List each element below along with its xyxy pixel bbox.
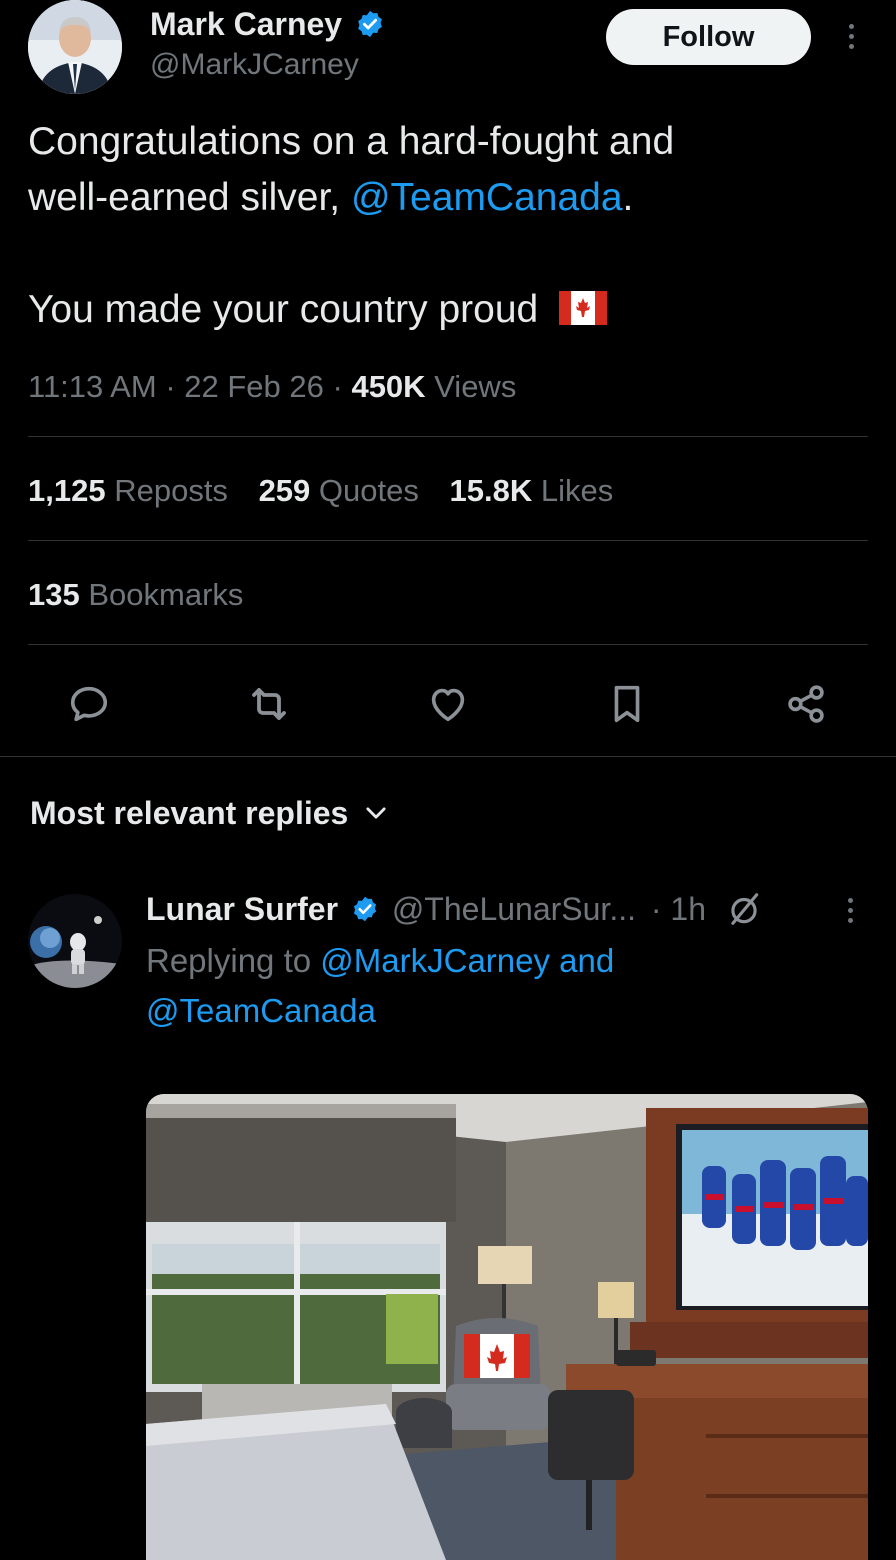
verified-badge-icon [353, 896, 377, 921]
like-icon [431, 688, 465, 722]
replying-to-mention-teamcanada[interactable]: @TeamCanada [146, 986, 614, 1036]
tweet-text-fragment: You made your country proud [28, 288, 539, 331]
bookmark-button[interactable] [599, 676, 655, 732]
share-button[interactable] [778, 676, 834, 732]
tweet-time[interactable]: 11:13 AM [28, 369, 157, 404]
replies-sort-dropdown[interactable]: Most relevant replies [30, 792, 390, 834]
chevron-down-icon [366, 807, 386, 819]
tweet-text-fragment: . [622, 176, 634, 219]
canada-flag-emoji-icon [559, 290, 608, 325]
follow-button[interactable]: Follow [606, 9, 811, 65]
views-count: 450K [351, 369, 426, 404]
reposts-label: Reposts [114, 473, 228, 508]
reply-author-avatar[interactable] [28, 894, 122, 988]
bookmarks-label: Bookmarks [88, 577, 244, 612]
divider [28, 436, 868, 437]
bookmarks-count: 135 [28, 577, 80, 612]
quotes-stat[interactable]: 259 Quotes [259, 473, 419, 508]
divider [28, 644, 868, 645]
grok-icon[interactable] [725, 890, 763, 928]
author-avatar[interactable] [28, 0, 122, 94]
reply-author-name[interactable]: Lunar Surfer [146, 891, 338, 927]
tweet-date[interactable]: 22 Feb 26 [184, 369, 324, 404]
like-button[interactable] [420, 676, 476, 732]
views-label: Views [434, 369, 517, 404]
reposts-count: 1,125 [28, 473, 106, 508]
bookmarks-stat[interactable]: 135 Bookmarks [28, 574, 243, 616]
likes-count: 15.8K [449, 473, 533, 508]
divider [28, 540, 868, 541]
replying-to: Replying to @MarkJCarney and @TeamCanada [146, 936, 614, 1036]
reply-author-handle[interactable]: @TheLunarSur... [392, 891, 636, 927]
likes-stat[interactable]: 15.8K Likes [450, 473, 614, 508]
reposts-stat[interactable]: 1,125 Reposts [28, 473, 228, 508]
reply-icon [70, 686, 108, 722]
engagement-stats: 1,125 Reposts 259 Quotes 15.8K Likes [28, 470, 613, 512]
replies-sort-label: Most relevant replies [30, 795, 349, 831]
mention-link[interactable]: @TeamCanada [351, 176, 623, 219]
author-name[interactable]: Mark Carney [150, 6, 342, 42]
tweet-text-fragment: well-earned silver, [28, 176, 351, 219]
more-options-icon[interactable] [846, 24, 856, 49]
bookmark-icon [614, 685, 640, 723]
verified-badge-icon [358, 10, 382, 37]
likes-label: Likes [540, 473, 614, 508]
tweet-text: Congratulations on a hard-fought and wel… [28, 114, 868, 338]
replying-to-label: Replying to [146, 942, 312, 979]
quotes-label: Quotes [318, 473, 419, 508]
tweet-meta: 11:13 AM · 22 Feb 26 · 450K Views [28, 366, 516, 408]
section-divider [0, 756, 896, 757]
tweet-text-line: Congratulations on a hard-fought and [28, 120, 675, 163]
reply-time[interactable]: · 1h [651, 891, 706, 927]
reply-media-image[interactable] [146, 1094, 868, 1560]
meta-separator: · [332, 369, 343, 404]
tweet-text-line: well-earned silver, @TeamCanada. [28, 170, 868, 226]
quotes-count: 259 [258, 473, 311, 508]
reply-button[interactable] [61, 676, 117, 732]
repost-icon [252, 688, 286, 720]
reply-more-options-icon[interactable] [845, 898, 855, 923]
share-icon [788, 685, 824, 723]
author-handle[interactable]: @MarkJCarney [150, 46, 359, 84]
tweet-text-line: You made your country proud [28, 282, 868, 338]
replying-to-mentions[interactable]: @MarkJCarney and [320, 942, 614, 979]
repost-button[interactable] [241, 676, 297, 732]
meta-separator: · [165, 369, 176, 404]
